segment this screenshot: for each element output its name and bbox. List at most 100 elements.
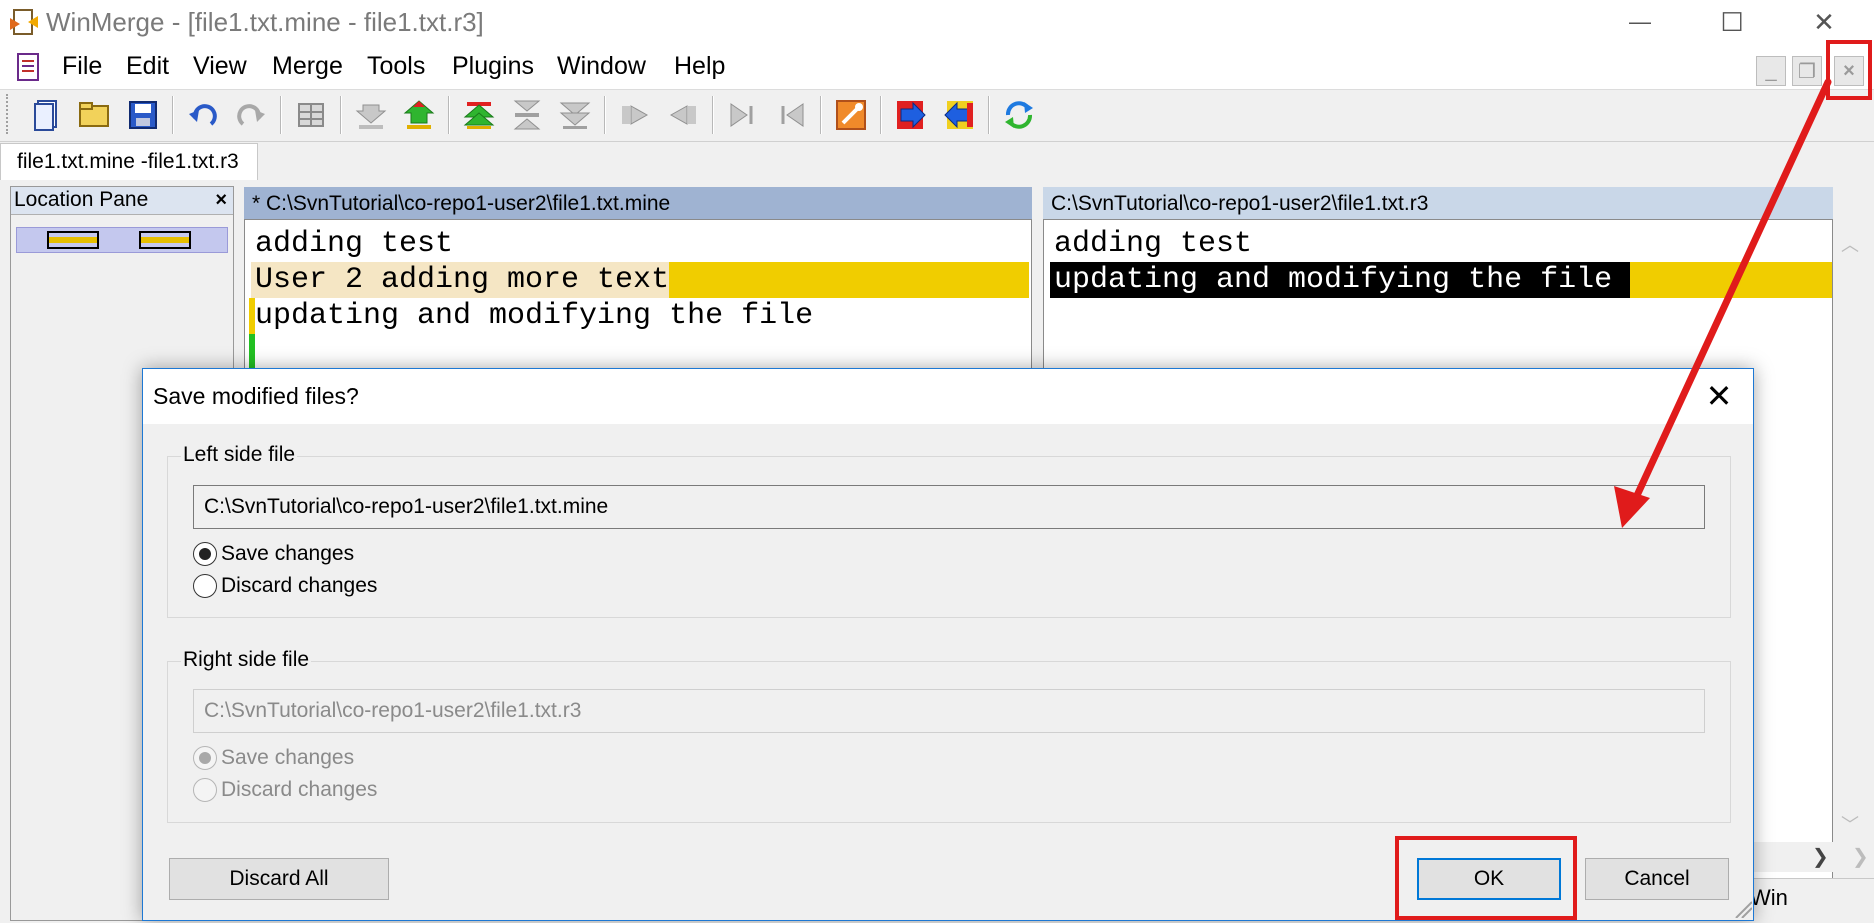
scroll-right-icon[interactable]: ❯ <box>1852 844 1869 869</box>
refresh-button[interactable] <box>998 94 1040 136</box>
copy-right-button[interactable] <box>614 94 656 136</box>
right-file-path-field: C:\SvnTutorial\co-repo1-user2\file1.txt.… <box>193 689 1705 733</box>
copy-right-advance-icon <box>730 103 753 127</box>
document-icon[interactable] <box>14 52 42 82</box>
left-discard-changes-label: Discard changes <box>221 574 378 597</box>
scroll-down-icon[interactable]: ﹀ <box>1841 811 1859 837</box>
options-icon <box>298 103 324 127</box>
menu-edit[interactable]: Edit <box>126 52 169 81</box>
merge-left-button[interactable] <box>938 94 980 136</box>
undo-button[interactable] <box>182 94 224 136</box>
right-discard-changes-label: Discard changes <box>221 778 378 801</box>
last-diff-button[interactable] <box>554 94 596 136</box>
first-diff-button[interactable] <box>458 94 500 136</box>
code-line[interactable]: adding test <box>1050 226 1252 262</box>
save-icon <box>129 101 157 129</box>
close-icon: ✕ <box>1813 6 1835 37</box>
toolbar-separator <box>880 96 882 134</box>
maximize-button[interactable]: ☐ <box>1686 0 1778 44</box>
merge-right-icon <box>897 101 926 129</box>
left-save-changes-label: Save changes <box>221 542 355 565</box>
scroll-up-icon[interactable]: ︿ <box>1841 231 1859 257</box>
menu-window[interactable]: Window <box>557 52 646 81</box>
prev-diff-button[interactable] <box>398 94 440 136</box>
menu-view[interactable]: View <box>193 52 247 81</box>
status-bar: Win <box>1740 878 1874 921</box>
next-diff-up-icon <box>403 100 435 129</box>
copy-left-button[interactable] <box>662 94 704 136</box>
copy-right-advance-button[interactable] <box>722 94 764 136</box>
left-discard-changes-radio[interactable]: Discard changes <box>193 574 377 598</box>
dialog-title-bar: Save modified files? ✕ <box>143 369 1753 424</box>
toolbar-separator <box>172 96 174 134</box>
merge-right-button[interactable] <box>890 94 932 136</box>
location-pane-close-button[interactable]: × <box>215 189 227 212</box>
left-save-changes-radio[interactable]: Save changes <box>193 542 354 566</box>
toolbar-separator <box>340 96 342 134</box>
code-line-selected[interactable]: updating and modifying the file <box>1050 262 1631 298</box>
right-save-changes-label: Save changes <box>221 746 355 769</box>
copy-left-icon <box>669 105 696 125</box>
options-button[interactable] <box>290 94 332 136</box>
right-save-changes-radio: Save changes <box>193 746 354 770</box>
toolbar-grip[interactable] <box>6 94 10 134</box>
code-line-diff[interactable]: User 2 adding more text <box>251 262 670 298</box>
toolbar-separator <box>280 96 282 134</box>
discard-all-button[interactable]: Discard All <box>169 858 389 900</box>
save-button[interactable] <box>122 94 164 136</box>
first-diff-icon <box>463 102 495 129</box>
merge-left-icon <box>944 101 973 129</box>
copy-left-advance-button[interactable] <box>770 94 812 136</box>
minimize-button[interactable]: — <box>1594 0 1686 44</box>
location-pane-header: Location Pane × <box>11 187 233 215</box>
menu-merge[interactable]: Merge <box>272 52 343 81</box>
minimize-icon: — <box>1629 9 1651 34</box>
next-diff-button[interactable] <box>350 94 392 136</box>
current-diff-button[interactable] <box>506 94 548 136</box>
tab-document[interactable]: file1.txt.mine -file1.txt.r3 <box>0 143 258 180</box>
location-pane-title: Location Pane <box>14 188 149 211</box>
tools-button[interactable] <box>830 94 872 136</box>
diff-marker[interactable] <box>139 231 191 249</box>
open-button[interactable] <box>74 94 116 136</box>
annotation-highlight-ok <box>1395 836 1577 920</box>
code-line[interactable]: updating and modifying the file <box>251 298 813 334</box>
menu-help[interactable]: Help <box>674 52 725 81</box>
maximize-icon: ☐ <box>1720 6 1744 37</box>
diff-marker[interactable] <box>47 231 99 249</box>
cancel-button[interactable]: Cancel <box>1585 858 1729 900</box>
menu-tools[interactable]: Tools <box>367 52 425 81</box>
scroll-right-icon[interactable]: ❯ <box>1812 844 1829 869</box>
new-file-icon <box>34 100 57 131</box>
new-button[interactable] <box>26 94 68 136</box>
close-window-button[interactable]: ✕ <box>1778 0 1870 44</box>
code-line[interactable]: adding test <box>251 226 453 262</box>
tools-icon <box>836 100 866 130</box>
winmerge-app-icon[interactable] <box>8 8 40 38</box>
menu-bar: File Edit View Merge Tools Plugins Windo… <box>0 44 1874 90</box>
left-pane-path: * C:\SvnTutorial\co-repo1-user2\file1.tx… <box>244 187 1032 219</box>
horizontal-scrollbar[interactable]: ❯ ❯ <box>1750 842 1874 872</box>
radio-unselected-icon[interactable] <box>193 574 217 598</box>
title-bar: WinMerge - [file1.txt.mine - file1.txt.r… <box>0 0 1874 44</box>
redo-button[interactable] <box>230 94 272 136</box>
last-diff-icon <box>559 102 591 129</box>
right-side-file-group <box>167 661 1731 823</box>
toolbar-separator <box>988 96 990 134</box>
left-side-file-label: Left side file <box>181 443 298 467</box>
resize-grip[interactable] <box>1732 898 1753 919</box>
menu-file[interactable]: File <box>62 52 102 81</box>
annotation-arrow <box>1614 78 1832 528</box>
toolbar-separator <box>448 96 450 134</box>
toolbar <box>0 90 1874 142</box>
radio-selected-icon[interactable] <box>193 542 217 566</box>
copy-right-icon <box>622 105 649 125</box>
location-overview-bar[interactable] <box>16 227 228 253</box>
refresh-icon <box>1005 101 1033 129</box>
status-text: Win <box>1750 885 1788 910</box>
menu-plugins[interactable]: Plugins <box>452 52 534 81</box>
open-folder-icon <box>79 102 109 127</box>
left-file-path-field[interactable]: C:\SvnTutorial\co-repo1-user2\file1.txt.… <box>193 485 1705 529</box>
toolbar-separator <box>820 96 822 134</box>
undo-icon <box>189 104 217 126</box>
